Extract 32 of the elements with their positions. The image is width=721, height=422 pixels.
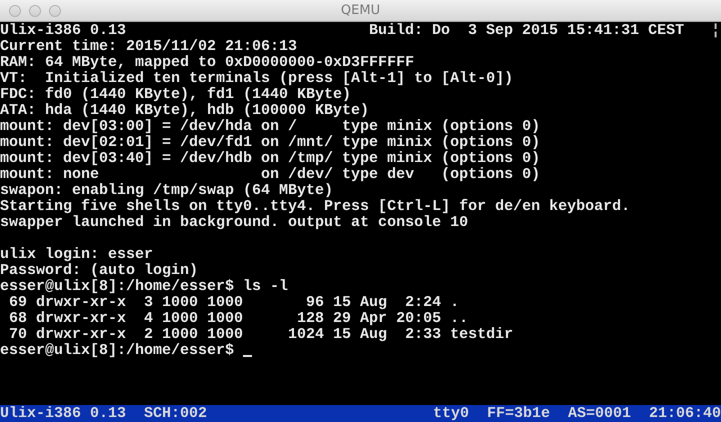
minimize-button[interactable]: [29, 4, 41, 16]
status-text: SCH:002: [144, 406, 208, 422]
console-marker: ¦: [711, 23, 720, 39]
console-line: ulix login: esser: [0, 247, 154, 263]
console-line: mount: dev[02:01] = /dev/fd1 on /mnt/ type minix (options 0): [0, 135, 540, 151]
status-text: tty0: [432, 406, 469, 422]
zoom-button[interactable]: [49, 4, 61, 16]
console-line: Password: (auto login): [0, 263, 198, 279]
console-line: Ulix-i386 0.13: [0, 23, 126, 39]
console-line: Current time: 2015/11/02 21:06:13: [0, 39, 298, 55]
console-line: mount: dev[03:40] = /dev/hdb on /tmp/ type minix (options 0): [0, 151, 540, 167]
console-line: VT: Initialized ten terminals (press [Alt-1] to [Alt-0]): [0, 71, 514, 87]
close-button[interactable]: [9, 4, 21, 16]
console-line: RAM: 64 MByte, mapped to 0xD0000000-0xD3FFFFFF: [0, 55, 414, 71]
console-line: ATA: hda (1440 KByte), hdb (100000 KByte): [0, 103, 370, 119]
console-line: esser@ulix[8]:/home/esser$ ls -l: [0, 279, 288, 295]
status-text: FF=3b1e: [486, 406, 550, 422]
window-title: QEMU: [340, 3, 382, 18]
status-text: 21:06:40: [648, 406, 721, 422]
console-line: 70 drwxr-xr-x 2 1000 1000 1024 15 Aug 2:33 testdir: [8, 327, 514, 343]
console-line: mount: none on /dev/ type dev (options 0): [0, 167, 540, 183]
build-info: Build: Do 3 Sep 2015 15:41:31 CEST: [369, 23, 684, 39]
console-line: FDC: fd0 (1440 KByte), fd1 (1440 KByte): [0, 87, 352, 103]
console-line: 68 drwxr-xr-x 4 1000 1000 128 29 Apr 20:05 ..: [8, 311, 468, 327]
console-line: Starting five shells on tty0..tty4. Press [Ctrl-L] for de/en keyboard.: [0, 199, 630, 215]
console-line: swapper launched in background. output at console 10: [0, 215, 468, 231]
console-line: mount: dev[03:00] = /dev/hda on / type minix (options 0): [0, 119, 540, 135]
status-text: Ulix-i386 0.13: [0, 406, 126, 422]
console-line: swapon: enabling /tmp/swap (64 MByte): [0, 183, 334, 199]
status-text: AS=0001: [568, 406, 631, 422]
console-line: 69 drwxr-xr-x 3 1000 1000 96 15 Aug 2:24 .: [8, 295, 460, 311]
console-line: esser@ulix[8]:/home/esser$: [0, 343, 236, 359]
